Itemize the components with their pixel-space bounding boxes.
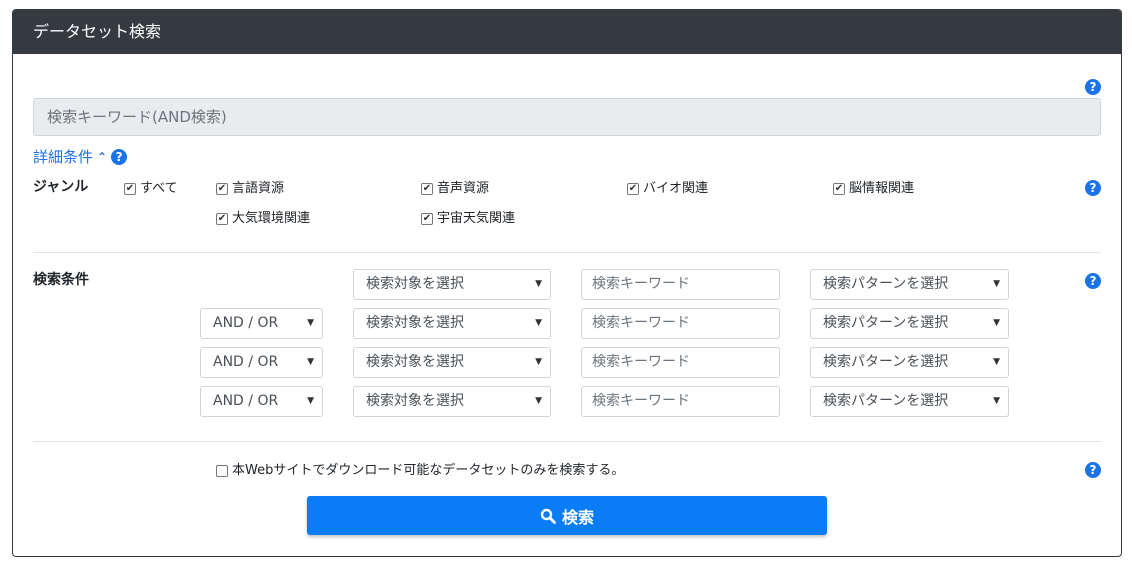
caret-down-icon: ▼ (993, 318, 1000, 328)
caret-down-icon: ▼ (535, 279, 542, 289)
search-target-select-1[interactable]: 検索対象を選択 ▼ (353, 269, 551, 300)
checkbox-unchecked-icon (216, 465, 228, 477)
checkbox-label: 宇宙天気関連 (437, 211, 516, 226)
checkbox-label: 音声資源 (437, 181, 490, 196)
select-value: 検索対象を選択 (366, 354, 464, 370)
search-keyword-input-4[interactable]: 検索キーワード (581, 386, 780, 417)
genre-checkbox-brain[interactable]: ✔ 脳情報関連 (833, 181, 914, 197)
caret-down-icon: ▼ (307, 318, 314, 328)
checkbox-label: すべて (140, 181, 178, 196)
search-pattern-select-3[interactable]: 検索パターンを選択 ▼ (810, 347, 1009, 378)
checkbox-label: 脳情報関連 (849, 181, 915, 196)
select-value: 検索パターンを選択 (823, 354, 949, 370)
download-only-checkbox[interactable]: 本Webサイトでダウンロード可能なデータセットのみを検索する。 (216, 463, 624, 479)
dataset-search-panel: データセット検索 ? 検索キーワード(AND検索) 詳細条件 ⌃ ? ジャンル … (12, 9, 1122, 557)
select-value: 検索パターンを選択 (823, 276, 949, 292)
caret-down-icon: ▼ (993, 396, 1000, 406)
chevron-up-icon: ⌃ (97, 150, 108, 164)
search-pattern-select-2[interactable]: 検索パターンを選択 ▼ (810, 308, 1009, 339)
caret-down-icon: ▼ (993, 357, 1000, 367)
help-icon[interactable]: ? (1085, 462, 1101, 478)
detail-conditions-toggle[interactable]: 詳細条件 ⌃ ? (33, 147, 128, 167)
and-or-select-2[interactable]: AND / OR ▼ (200, 308, 323, 339)
help-icon[interactable]: ? (111, 149, 128, 165)
genre-checkbox-language[interactable]: ✔ 言語資源 (216, 181, 284, 197)
search-target-select-4[interactable]: 検索対象を選択 ▼ (353, 386, 551, 417)
select-value: 検索パターンを選択 (823, 315, 949, 331)
checkbox-label: 言語資源 (232, 181, 285, 196)
caret-down-icon: ▼ (993, 279, 1000, 289)
search-pattern-select-1[interactable]: 検索パターンを選択 ▼ (810, 269, 1009, 300)
help-icon[interactable]: ? (1085, 273, 1101, 289)
select-value: AND / OR (213, 315, 279, 331)
genre-checkbox-space-weather[interactable]: ✔ 宇宙天気関連 (421, 211, 515, 227)
search-target-select-2[interactable]: 検索対象を選択 ▼ (353, 308, 551, 339)
genre-checkbox-speech[interactable]: ✔ 音声資源 (421, 181, 489, 197)
help-icon[interactable]: ? (1085, 180, 1101, 196)
select-value: AND / OR (213, 354, 279, 370)
caret-down-icon: ▼ (535, 396, 542, 406)
genre-checkbox-bio[interactable]: ✔ バイオ関連 (627, 181, 708, 197)
panel-title: データセット検索 (13, 10, 1121, 54)
genre-checkbox-atmosphere[interactable]: ✔ 大気環境関連 (216, 211, 310, 227)
caret-down-icon: ▼ (307, 357, 314, 367)
search-pattern-select-4[interactable]: 検索パターンを選択 ▼ (810, 386, 1009, 417)
help-icon[interactable]: ? (1085, 79, 1101, 95)
select-value: 検索パターンを選択 (823, 393, 949, 409)
genre-label: ジャンル (33, 179, 89, 195)
search-keyword-input-3[interactable]: 検索キーワード (581, 347, 780, 378)
search-icon (540, 508, 556, 524)
select-value: 検索対象を選択 (366, 276, 464, 292)
checkbox-checked-icon: ✔ (833, 183, 845, 195)
genre-checkbox-all[interactable]: ✔ すべて (124, 181, 178, 197)
checkbox-checked-icon: ✔ (421, 213, 433, 225)
divider (33, 252, 1101, 253)
select-value: 検索対象を選択 (366, 393, 464, 409)
checkbox-checked-icon: ✔ (627, 183, 639, 195)
checkbox-checked-icon: ✔ (421, 183, 433, 195)
search-keyword-input-1[interactable]: 検索キーワード (581, 269, 780, 300)
detail-conditions-label: 詳細条件 (33, 148, 94, 166)
checkbox-checked-icon: ✔ (124, 183, 136, 195)
checkbox-label: バイオ関連 (643, 181, 709, 196)
caret-down-icon: ▼ (535, 357, 542, 367)
divider (33, 441, 1101, 442)
checkbox-label: 大気環境関連 (232, 211, 311, 226)
caret-down-icon: ▼ (535, 318, 542, 328)
checkbox-label: 本Webサイトでダウンロード可能なデータセットのみを検索する。 (232, 463, 625, 478)
select-value: 検索対象を選択 (366, 315, 464, 331)
keyword-input[interactable]: 検索キーワード(AND検索) (33, 98, 1101, 136)
and-or-select-4[interactable]: AND / OR ▼ (200, 386, 323, 417)
select-value: AND / OR (213, 393, 279, 409)
checkbox-checked-icon: ✔ (216, 183, 228, 195)
and-or-select-3[interactable]: AND / OR ▼ (200, 347, 323, 378)
checkbox-checked-icon: ✔ (216, 213, 228, 225)
caret-down-icon: ▼ (307, 396, 314, 406)
search-conditions-label: 検索条件 (33, 272, 89, 288)
search-target-select-3[interactable]: 検索対象を選択 ▼ (353, 347, 551, 378)
search-button-label: 検索 (561, 507, 594, 527)
search-keyword-input-2[interactable]: 検索キーワード (581, 308, 780, 339)
search-button[interactable]: 検索 (307, 496, 827, 535)
